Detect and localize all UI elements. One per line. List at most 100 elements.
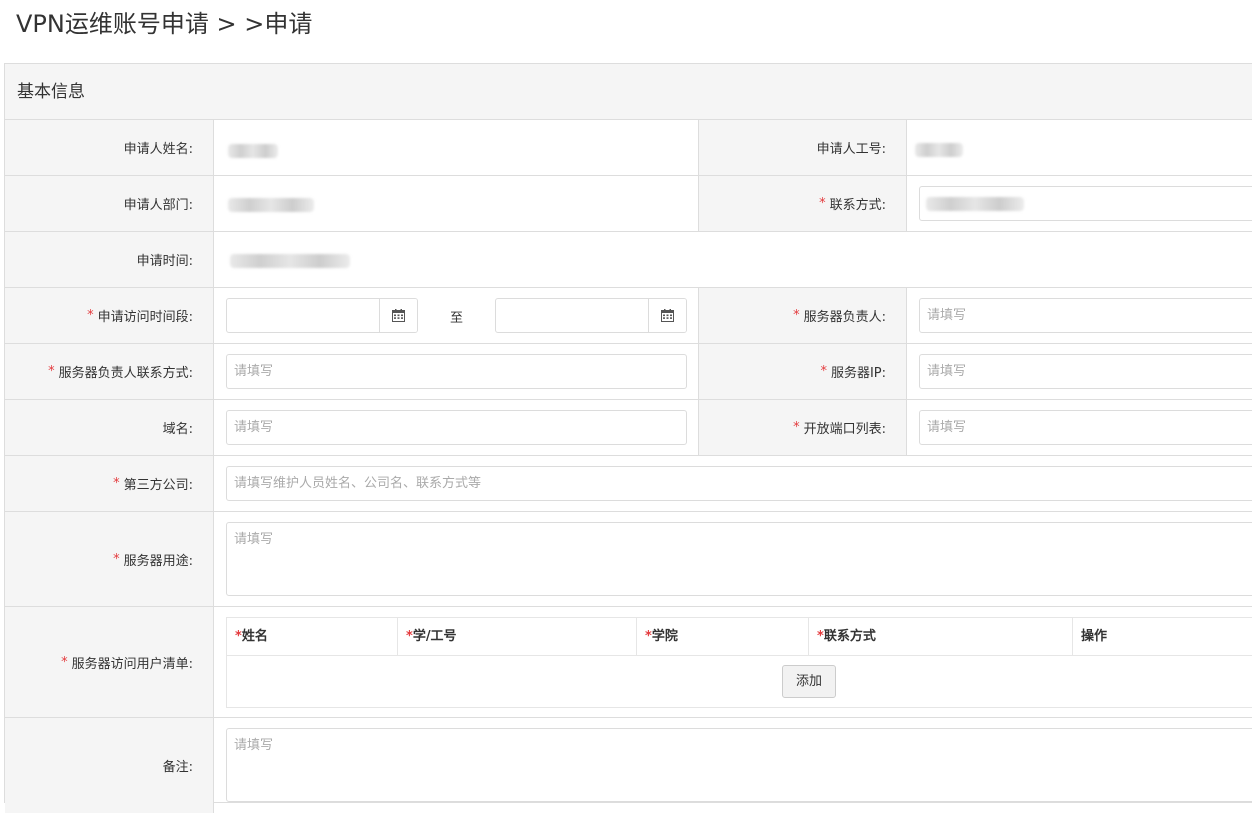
redacted-contact [926,197,1024,211]
apply-time-label: 申请时间: [5,232,214,287]
redacted-applicant-name [228,144,278,158]
server-ip-input[interactable]: 请填写 [919,354,1252,389]
required-mark: * [819,196,826,211]
applicant-id-label: 申请人工号: [699,120,907,175]
access-period-label-text: 申请访问时间段: [97,310,193,325]
purpose-label-text: 服务器用途: [123,553,193,569]
ports-value: 请填写 [907,400,1252,455]
start-date-picker-button[interactable] [379,299,417,332]
column-header-text: 姓名 [241,629,268,644]
owner-contact-value: 请填写 [214,344,699,399]
row-access-period: * 申请访问时间段: 至 * 服务器负责人: 请填写 [5,288,1252,344]
owner-contact-label-text: 服务器负责人联系方式: [58,366,193,381]
user-list-value: *姓名 *学/工号 *学院 *联系方式 操作 添加 [214,607,1252,717]
server-ip-label: * 服务器IP: [699,344,907,399]
period-separator: 至 [450,311,464,326]
applicant-dept-label-text: 申请人部门: [123,198,193,213]
row-third-party: * 第三方公司: 请填写维护人员姓名、公司名、联系方式等 [5,456,1252,512]
required-mark: * [793,308,800,323]
column-header-id: *学/工号 [398,618,637,656]
redacted-apply-time [230,254,350,268]
applicant-dept-value [214,176,699,231]
applicant-name-label: 申请人姓名: [5,120,214,175]
column-header-name: *姓名 [227,618,398,656]
server-owner-value: 请填写 [907,288,1252,343]
column-header-actions: 操作 [1073,618,1252,656]
user-table-header: *姓名 *学/工号 *学院 *联系方式 操作 [227,618,1252,656]
required-mark: * [113,551,120,567]
contact-label: * 联系方式: [699,176,907,231]
required-mark: * [406,629,413,644]
third-party-label-text: 第三方公司: [123,478,193,493]
purpose-label: * 服务器用途: [5,512,214,606]
remark-label-text: 备注: [162,760,193,775]
row-dept: 申请人部门: * 联系方式: [5,176,1252,232]
row-purpose: * 服务器用途: 请填写 [5,512,1252,607]
redacted-applicant-dept [228,198,314,212]
access-period-value: 至 [214,288,699,343]
required-mark: * [820,364,827,379]
required-mark: * [61,654,68,670]
contact-input[interactable] [919,186,1252,221]
column-header-text: 学院 [651,629,678,644]
server-ip-value: 请填写 [907,344,1252,399]
required-mark: * [235,629,242,644]
end-date-input[interactable] [495,298,687,333]
column-header-college: *学院 [637,618,809,656]
row-owner-contact: * 服务器负责人联系方式: 请填写 * 服务器IP: 请填写 [5,344,1252,400]
applicant-dept-label: 申请人部门: [5,176,214,231]
calendar-icon [661,309,674,322]
domain-label: 域名: [5,400,214,455]
remark-label: 备注: [5,718,214,813]
contact-value [907,176,1252,231]
applicant-name-label-text: 申请人姓名: [123,142,193,157]
ports-label: * 开放端口列表: [699,400,907,455]
third-party-value: 请填写维护人员姓名、公司名、联系方式等 [214,456,1252,511]
apply-time-value [214,232,1252,287]
required-mark: * [793,420,800,435]
remark-value: 请填写 [214,718,1252,813]
user-list-label-text: 服务器访问用户清单: [71,656,193,672]
access-period-label: * 申请访问时间段: [5,288,214,343]
domain-value: 请填写 [214,400,699,455]
row-remark: 备注: 请填写 [5,718,1252,813]
form-panel: 基本信息 申请人姓名: 申请人工号: 申请人部门: * 联系方式: 申请时间: … [4,63,1252,813]
applicant-id-label-text: 申请人工号: [816,142,886,157]
user-list-label: * 服务器访问用户清单: [5,607,214,717]
required-mark: * [817,629,824,644]
applicant-id-value [907,120,1252,175]
owner-contact-label: * 服务器负责人联系方式: [5,344,214,399]
owner-contact-input[interactable]: 请填写 [226,354,687,389]
third-party-label: * 第三方公司: [5,456,214,511]
purpose-value: 请填写 [214,512,1252,606]
contact-label-text: 联系方式: [829,198,886,213]
column-header-text: 学/工号 [412,629,457,644]
start-date-input[interactable] [226,298,418,333]
add-user-button[interactable]: 添加 [782,665,836,698]
column-header-contact: *联系方式 [809,618,1073,656]
remark-textarea[interactable]: 请填写 [226,728,1252,802]
redacted-applicant-id [915,143,963,157]
row-user-list: * 服务器访问用户清单: *姓名 *学/工号 *学院 *联系方式 操作 添加 [5,607,1252,718]
purpose-textarea[interactable]: 请填写 [226,522,1252,596]
row-domain: 域名: 请填写 * 开放端口列表: 请填写 [5,400,1252,456]
ports-label-text: 开放端口列表: [803,422,886,437]
required-mark: * [645,629,652,644]
server-owner-label-text: 服务器负责人: [803,310,886,325]
page-title: VPN运维账号申请 > >申请 [16,10,313,38]
end-date-picker-button[interactable] [648,299,686,332]
third-party-input[interactable]: 请填写维护人员姓名、公司名、联系方式等 [226,466,1252,501]
panel-heading: 基本信息 [5,64,1252,120]
row-apply-time: 申请时间: [5,232,1252,288]
calendar-icon [392,309,405,322]
required-mark: * [87,308,94,323]
required-mark: * [48,364,55,379]
domain-label-text: 域名: [162,422,193,437]
apply-time-label-text: 申请时间: [136,254,193,269]
server-owner-label: * 服务器负责人: [699,288,907,343]
ports-input[interactable]: 请填写 [919,410,1252,445]
server-owner-input[interactable]: 请填写 [919,298,1252,333]
column-header-text: 操作 [1081,629,1108,644]
domain-input[interactable]: 请填写 [226,410,687,445]
user-table: *姓名 *学/工号 *学院 *联系方式 操作 添加 [226,617,1252,708]
